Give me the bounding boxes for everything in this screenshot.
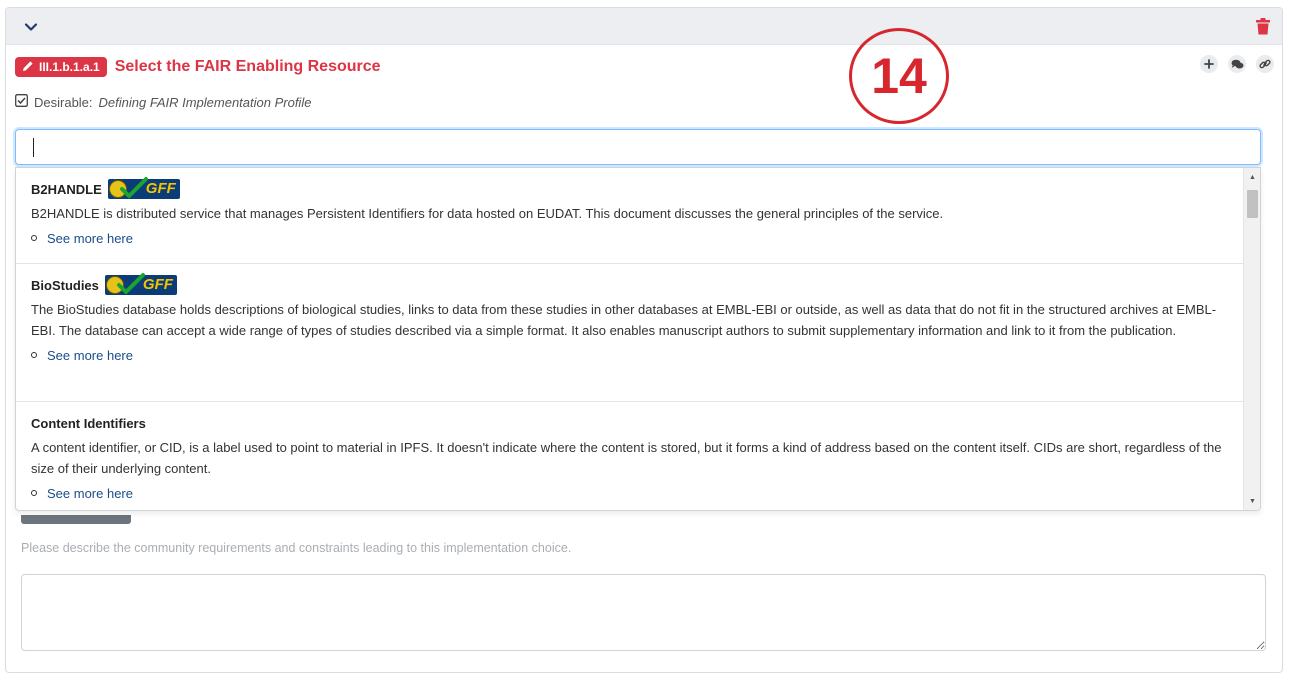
resource-option-biostudies[interactable]: BioStudies GFF The BioStudies database h…: [16, 264, 1243, 402]
trash-icon[interactable]: [1256, 18, 1270, 35]
option-description: B2HANDLE is distributed service that man…: [31, 206, 944, 221]
option-title: Content Identifiers: [31, 413, 1228, 433]
gff-badge-text: GFF: [142, 276, 173, 293]
bullet-icon: [31, 490, 37, 496]
see-more-link[interactable]: See more here: [47, 486, 133, 501]
option-link-row: See more here: [31, 482, 1228, 504]
see-more-link[interactable]: See more here: [47, 231, 133, 246]
resource-option-content-identifiers[interactable]: Content Identifiers A content identifier…: [16, 402, 1243, 510]
option-name: BioStudies: [31, 277, 99, 293]
plus-icon[interactable]: [1200, 55, 1218, 73]
card-header: [6, 8, 1282, 45]
resource-option-list: B2HANDLE GFF B2HANDLE is distributed ser…: [16, 168, 1243, 510]
requirements-hint: Please describe the community requiremen…: [21, 541, 572, 555]
desirable-source: Defining FAIR Implementation Profile: [98, 94, 312, 110]
gff-badge: GFF: [104, 273, 177, 295]
question-id: III.1.b.1.a.1: [39, 60, 100, 74]
option-link-row: See more here: [31, 344, 1228, 366]
pencil-icon: [22, 60, 34, 75]
annotation-number: 14: [871, 48, 927, 104]
question-actions: [1200, 55, 1274, 73]
text-cursor: [33, 138, 34, 157]
option-description: The BioStudies database holds descriptio…: [31, 302, 1217, 338]
chevron-down-icon[interactable]: [23, 19, 39, 35]
gff-badge: GFF: [107, 177, 180, 199]
option-description: A content identifier, or CID, is a label…: [31, 440, 1222, 476]
dropdown-scrollbar[interactable]: ▲ ▼: [1243, 168, 1260, 510]
option-name: Content Identifiers: [31, 415, 146, 431]
link-icon[interactable]: [1256, 55, 1274, 73]
obscured-button: [21, 515, 131, 524]
desirable-label: Desirable:: [34, 94, 93, 110]
checkmark-icon: [119, 177, 148, 198]
scrollbar-thumb[interactable]: [1247, 190, 1258, 218]
option-title: B2HANDLE GFF: [31, 177, 1228, 199]
question-heading: III.1.b.1.a.1 Select the FAIR Enabling R…: [15, 57, 381, 77]
requirements-textarea[interactable]: [21, 574, 1266, 651]
resource-dropdown: B2HANDLE GFF B2HANDLE is distributed ser…: [15, 167, 1261, 511]
bullet-icon: [31, 235, 37, 241]
option-link-row: See more here: [31, 227, 1228, 249]
option-name: B2HANDLE: [31, 181, 102, 197]
scroll-up-arrow-icon[interactable]: ▲: [1244, 170, 1260, 184]
checkmark-icon: [116, 273, 145, 294]
resource-option-b2handle[interactable]: B2HANDLE GFF B2HANDLE is distributed ser…: [16, 168, 1243, 264]
question-title: Select the FAIR Enabling Resource: [114, 58, 381, 75]
question-id-badge[interactable]: III.1.b.1.a.1: [15, 57, 107, 77]
resource-search-input[interactable]: [15, 129, 1261, 165]
see-more-link[interactable]: See more here: [47, 348, 133, 363]
bullet-icon: [31, 352, 37, 358]
scroll-down-arrow-icon[interactable]: ▼: [1244, 494, 1260, 508]
annotation-circle: 14: [849, 28, 949, 124]
comments-icon[interactable]: [1228, 55, 1246, 73]
gff-badge-text: GFF: [145, 180, 176, 197]
checkbox-checked-icon: [15, 94, 28, 110]
desirable-indicator: Desirable: Defining FAIR Implementation …: [15, 94, 311, 110]
option-title: BioStudies GFF: [31, 273, 1228, 295]
